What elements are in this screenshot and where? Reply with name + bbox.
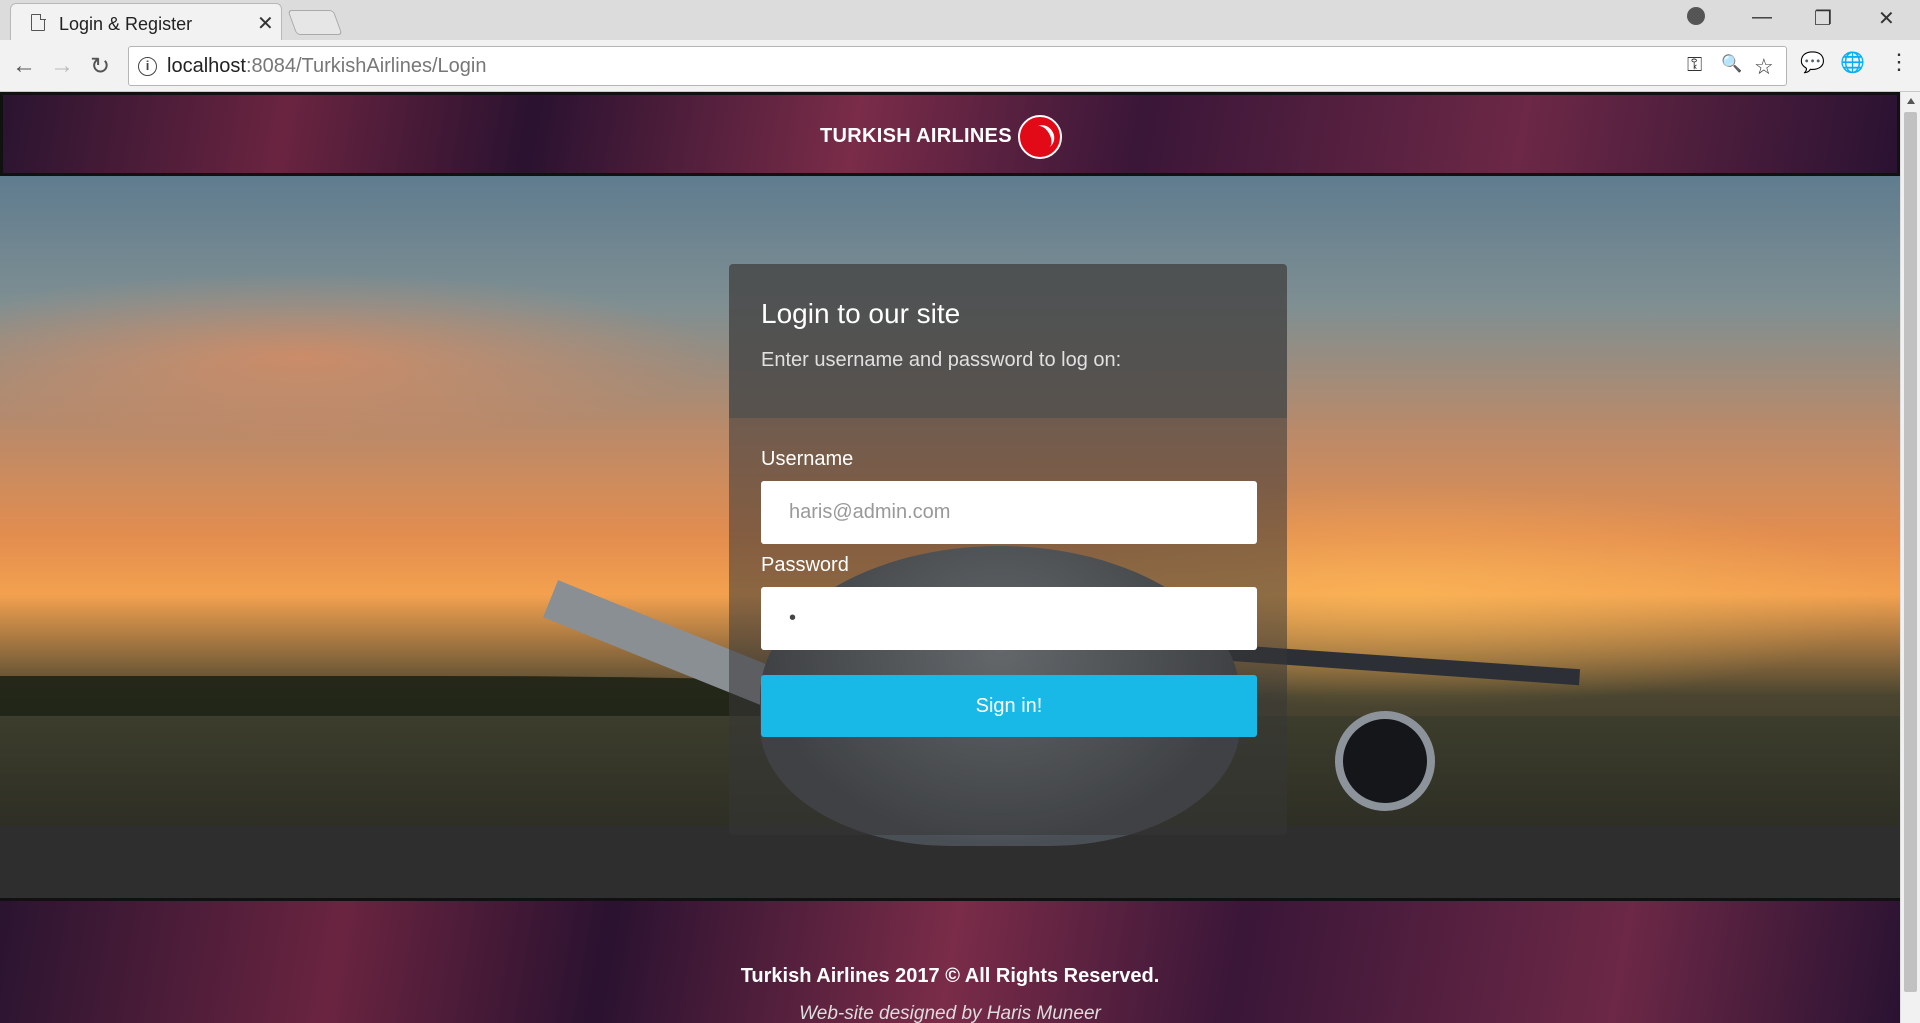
login-card: Login to our site Enter username and pas… bbox=[729, 264, 1287, 835]
minimize-button[interactable]: — bbox=[1752, 6, 1772, 29]
forward-button[interactable]: → bbox=[50, 52, 74, 80]
username-label: Username bbox=[761, 448, 854, 470]
login-subtitle: Enter username and password to log on: bbox=[761, 349, 1122, 371]
browser-tabstrip: Login & Register ✕ — ❐ ✕ bbox=[0, 0, 1920, 40]
bookmark-star-icon[interactable]: ☆ bbox=[1754, 54, 1774, 80]
reload-button[interactable]: ↻ bbox=[90, 52, 110, 81]
page-icon bbox=[31, 13, 46, 31]
login-card-header: Login to our site Enter username and pas… bbox=[729, 264, 1287, 418]
site-header: TURKISH AIRLINES bbox=[0, 92, 1900, 176]
globe-extension-icon[interactable]: 🌐 bbox=[1840, 50, 1865, 75]
chat-extension-icon[interactable]: 💬 bbox=[1800, 50, 1825, 75]
footer-copyright: Turkish Airlines 2017 © All Rights Reser… bbox=[740, 965, 1160, 987]
scroll-thumb[interactable] bbox=[1904, 112, 1917, 992]
footer-credit: Web-site designed by Haris Muneer bbox=[799, 1003, 1101, 1023]
browser-menu-icon[interactable]: ⋮ bbox=[1888, 49, 1910, 75]
page-scrollbar[interactable] bbox=[1900, 92, 1920, 1023]
logo-text: TURKISH AIRLINES bbox=[820, 125, 1012, 147]
username-input[interactable] bbox=[761, 481, 1257, 544]
back-button[interactable]: ← bbox=[12, 52, 36, 80]
site-footer: Turkish Airlines 2017 © All Rights Reser… bbox=[0, 898, 1900, 1023]
turkish-airlines-logo-icon bbox=[1018, 115, 1062, 159]
tab-close-icon[interactable]: ✕ bbox=[257, 11, 274, 36]
password-input[interactable] bbox=[761, 587, 1257, 650]
tab-title: Login & Register bbox=[59, 14, 193, 34]
restore-button[interactable]: ❐ bbox=[1814, 6, 1832, 31]
scroll-up-arrow-icon[interactable] bbox=[1907, 98, 1915, 104]
jet-engine bbox=[1335, 711, 1435, 811]
login-title: Login to our site bbox=[761, 298, 961, 329]
close-window-button[interactable]: ✕ bbox=[1878, 6, 1895, 31]
page-viewport: TURKISH AIRLINES Login to our site Enter… bbox=[0, 92, 1900, 1023]
browser-toolbar: ← → ↻ i localhost:8084/TurkishAirlines/L… bbox=[0, 40, 1920, 92]
url-text: localhost:8084/TurkishAirlines/Login bbox=[167, 55, 487, 77]
sign-in-button[interactable]: Sign in! bbox=[761, 675, 1257, 737]
zoom-icon[interactable]: 🔍 bbox=[1721, 54, 1742, 74]
profile-icon[interactable] bbox=[1687, 7, 1705, 25]
new-tab-button[interactable] bbox=[287, 10, 343, 35]
password-label: Password bbox=[761, 554, 849, 576]
site-info-icon[interactable]: i bbox=[138, 57, 157, 76]
login-form: Username Password Sign in! bbox=[729, 418, 1287, 835]
key-icon[interactable]: ⚿ bbox=[1687, 54, 1702, 77]
browser-tab[interactable]: Login & Register ✕ bbox=[10, 3, 282, 40]
address-bar[interactable]: i localhost:8084/TurkishAirlines/Login ⚿… bbox=[128, 46, 1787, 86]
